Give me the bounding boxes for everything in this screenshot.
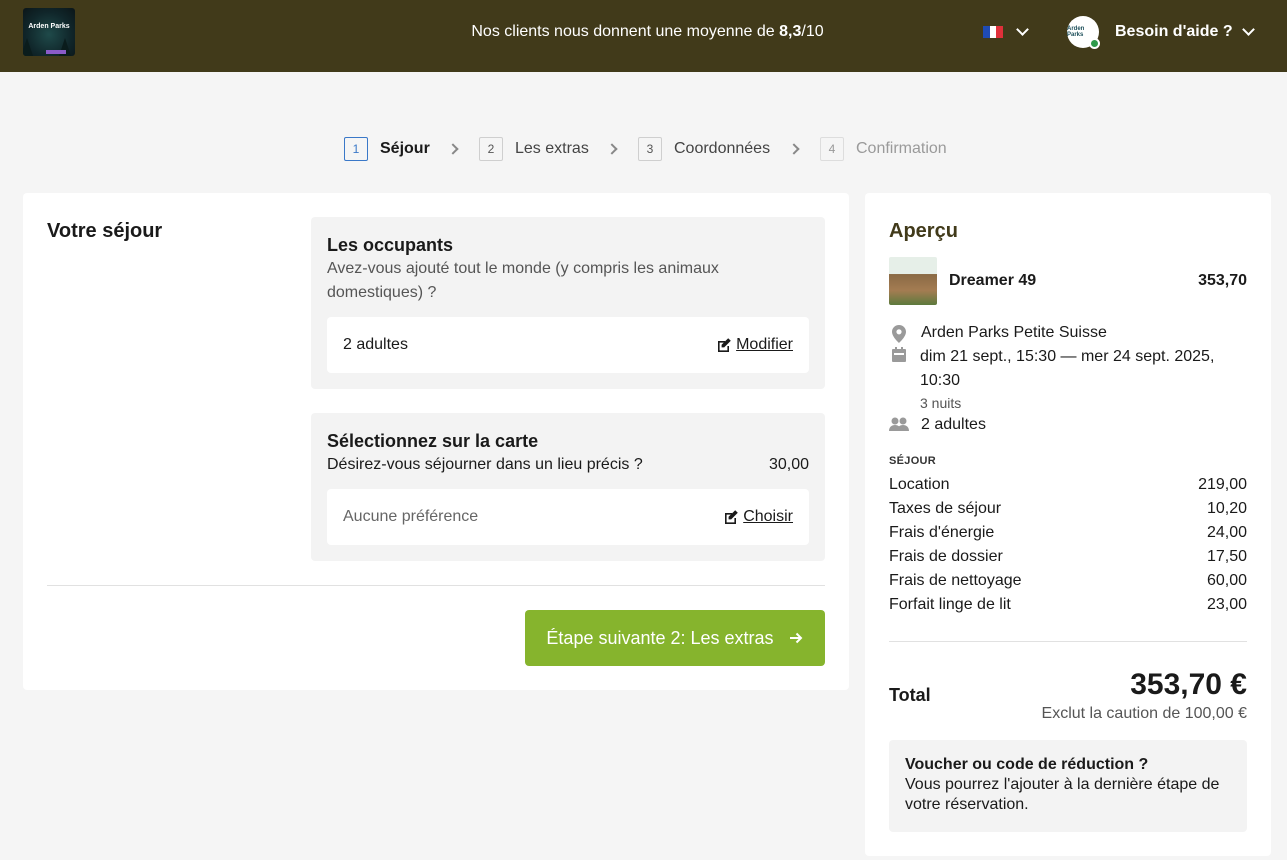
map-title: Sélectionnez sur la carte	[327, 431, 539, 451]
map-description: Désirez-vous séjourner dans un lieu préc…	[327, 456, 643, 473]
edit-icon	[725, 510, 739, 524]
avatar-text: Arden Parks	[1067, 26, 1085, 38]
arrow-right-icon	[789, 632, 802, 644]
voucher-title: Voucher ou code de réduction ?	[905, 756, 1149, 773]
rating-value: 8,3	[779, 23, 802, 40]
accommodation-name: Dreamer 49	[949, 272, 1037, 289]
help-menu-button[interactable]: Besoin d'aide ?	[1115, 22, 1233, 42]
divider	[889, 641, 1247, 642]
nights-count: 3 nuits	[920, 395, 962, 411]
fee-label: Frais de nettoyage	[889, 572, 1022, 589]
occupants-panel: Les occupants Avez-vous ajouté tout le m…	[311, 217, 825, 389]
step-1-label[interactable]: Séjour	[380, 139, 430, 159]
stay-title: Votre séjour	[47, 220, 163, 242]
step-3-number[interactable]: 3	[638, 137, 662, 161]
park-name: Arden Parks Petite Suisse	[921, 324, 1107, 341]
step-3-label[interactable]: Coordonnées	[674, 139, 770, 159]
location-pin-icon	[892, 325, 906, 343]
accommodation-price: 353,70	[1198, 272, 1247, 289]
fee-row: Forfait linge de lit 23,00	[889, 593, 1247, 617]
map-preference-row: Aucune préférence Choisir	[327, 489, 809, 545]
voucher-info-box: Voucher ou code de réduction ? Vous pour…	[889, 740, 1247, 832]
edit-occupants-button[interactable]: Modifier	[716, 335, 793, 355]
next-step-label: Étape suivante 2: Les extras	[546, 627, 774, 648]
edit-icon	[718, 338, 731, 352]
occupants-row: 2 adultes Modifier	[327, 317, 809, 373]
summary-title: Aperçu	[889, 220, 958, 242]
support-avatar[interactable]: Arden Parks	[1067, 16, 1100, 49]
voucher-description: Vous pourrez l'ajouter à la dernière éta…	[905, 776, 1220, 813]
edit-occupants-label[interactable]: Modifier	[736, 335, 793, 355]
occupants-description: Avez-vous ajouté tout le monde (y compri…	[327, 260, 719, 301]
step-2-label[interactable]: Les extras	[515, 139, 589, 159]
next-step-button[interactable]: Étape suivante 2: Les extras	[525, 610, 825, 666]
calendar-icon	[892, 347, 906, 362]
fee-value: 60,00	[1206, 572, 1247, 589]
rating-prefix: Nos clients nous donnent une moyenne de	[471, 23, 780, 40]
booking-steps: 1 Séjour 2 Les extras 3 Coordonnées 4 Co…	[0, 137, 1287, 161]
fee-label: Location	[889, 476, 950, 493]
choose-location-label[interactable]: Choisir	[743, 507, 793, 527]
step-2-number[interactable]: 2	[479, 137, 503, 161]
step-4-number: 4	[820, 137, 844, 161]
map-panel: Sélectionnez sur la carte Désirez-vous s…	[311, 413, 825, 561]
fee-row: Frais d'énergie 24,00	[889, 521, 1247, 545]
guests-icon	[889, 417, 909, 431]
fee-value: 10,20	[1206, 500, 1247, 517]
total-label: Total	[889, 685, 931, 705]
fee-value: 24,00	[1206, 524, 1247, 541]
fee-row: Frais de nettoyage 60,00	[889, 569, 1247, 593]
accommodation-thumbnail	[889, 257, 937, 305]
step-chevron-right-icon	[447, 143, 459, 155]
fee-value: 23,00	[1206, 596, 1247, 613]
step-chevron-right-icon	[606, 143, 618, 155]
fee-label: Taxes de séjour	[889, 500, 1002, 517]
step-chevron-right-icon	[788, 143, 800, 155]
choose-location-button[interactable]: Choisir	[723, 507, 793, 527]
summary-card: Aperçu Dreamer 49 353,70 Arden Parks Pet…	[865, 193, 1271, 856]
stay-card: Votre séjour Les occupants Avez-vous ajo…	[23, 193, 849, 690]
fee-row: Frais de dossier 17,50	[889, 545, 1247, 569]
french-flag-icon[interactable]	[983, 26, 1004, 38]
fee-row: Taxes de séjour 10,20	[889, 497, 1247, 521]
fee-label: Frais d'énergie	[889, 524, 995, 541]
fee-label: Forfait linge de lit	[889, 596, 1011, 613]
fee-value: 219,00	[1198, 476, 1247, 493]
step-1-number[interactable]: 1	[344, 137, 368, 161]
rating-suffix: /10	[801, 23, 824, 40]
guests-count: 2 adultes	[921, 416, 986, 433]
total-value: 353,70 €	[1130, 668, 1247, 701]
fee-label: Frais de dossier	[889, 548, 1003, 565]
stay-section-label: SÉJOUR	[889, 455, 937, 467]
occupants-value: 2 adultes	[343, 336, 408, 353]
map-price: 30,00	[768, 456, 809, 473]
fee-value: 17,50	[1206, 548, 1247, 565]
divider	[47, 585, 825, 586]
online-status-dot	[1089, 38, 1100, 49]
step-4-label: Confirmation	[856, 140, 947, 157]
map-preference-value: Aucune préférence	[343, 508, 479, 525]
deposit-note: Exclut la caution de 100,00 €	[1041, 705, 1247, 722]
fee-row: Location 219,00	[889, 473, 1247, 497]
stay-dates: dim 21 sept., 15:30 — mer 24 sept. 2025,…	[920, 348, 1215, 389]
top-header: Arden Parks Nos clients nous donnent une…	[0, 0, 1287, 72]
occupants-title: Les occupants	[327, 235, 454, 255]
